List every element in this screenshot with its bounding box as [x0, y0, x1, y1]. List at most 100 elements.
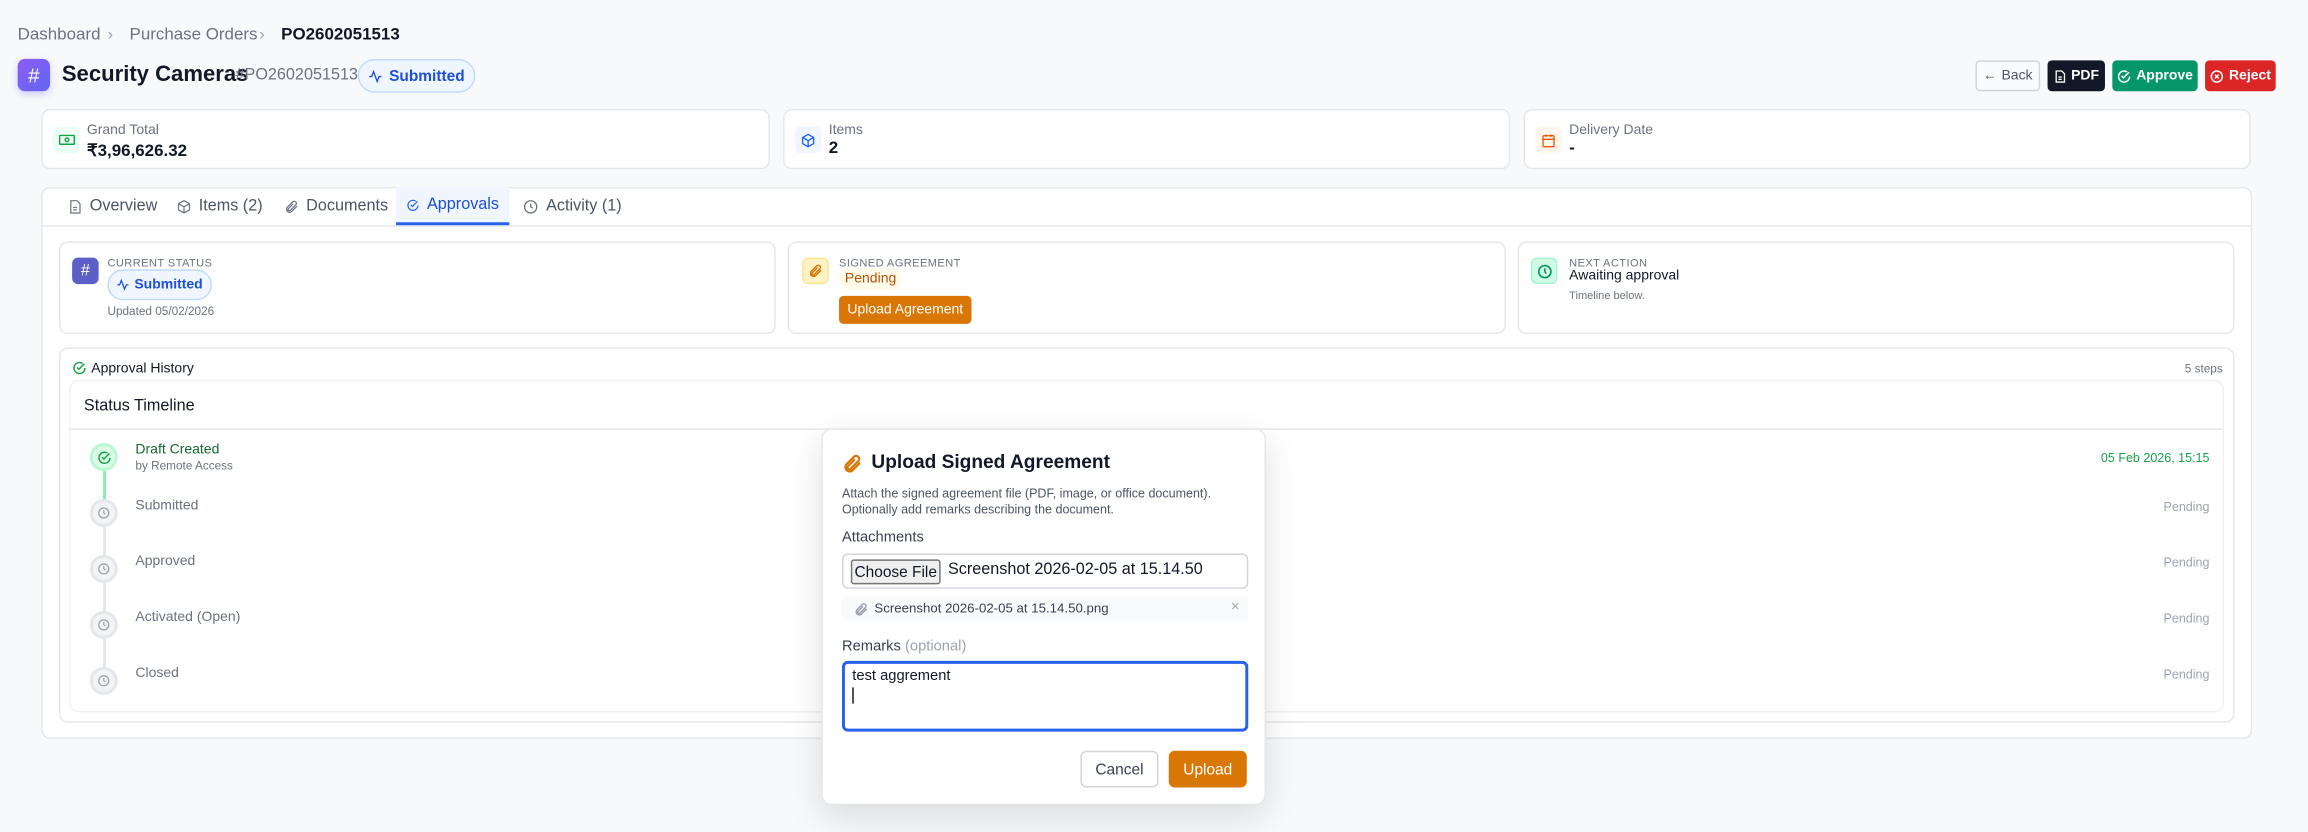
- clock-icon: [89, 554, 118, 583]
- upload-agreement-button[interactable]: Upload Agreement: [839, 295, 972, 324]
- page: Dashboard › Purchase Orders › PO26020515…: [0, 0, 2308, 832]
- step-time: Pending: [2163, 554, 2210, 570]
- approve-label: Approve: [2136, 67, 2193, 84]
- reject-label: Reject: [2228, 67, 2271, 84]
- breadcrumb-purchase-orders[interactable]: Purchase Orders: [130, 25, 258, 46]
- description-line: Optionally add remarks describing the do…: [841, 501, 1114, 517]
- tab-label: Items (2): [198, 197, 263, 215]
- next-action-note: Timeline below.: [1569, 288, 1645, 302]
- timeline-connector: [103, 471, 106, 501]
- pdf-label: PDF: [2071, 67, 2100, 84]
- remove-file-icon[interactable]: ×: [1231, 599, 1240, 615]
- tab-label: Overview: [89, 197, 158, 215]
- tab-documents[interactable]: Documents: [274, 187, 399, 225]
- step-label: Submitted: [135, 497, 199, 514]
- x-circle-icon: [2210, 69, 2224, 83]
- remarks-hint: (optional): [904, 638, 967, 656]
- step-label: Draft Created: [135, 441, 220, 458]
- attachments-label: Attachments: [841, 529, 924, 547]
- file-input-value: Screenshot 2026-02-05 at 15.14.50: [947, 560, 1203, 579]
- status-timeline-title: Status Timeline: [83, 397, 195, 416]
- breadcrumb-current: PO2602051513: [281, 26, 400, 45]
- chevron-right-icon: ›: [107, 26, 114, 45]
- tab-label: Documents: [306, 197, 389, 215]
- step-time: Pending: [2163, 666, 2210, 682]
- clock-icon: [523, 199, 538, 213]
- step-time: Pending: [2163, 610, 2210, 626]
- paperclip-icon: [285, 199, 298, 213]
- step-time: Pending: [2163, 499, 2210, 514]
- tab-divider: [42, 225, 2251, 227]
- tab-label: Activity (1): [546, 197, 622, 215]
- updated-date: Updated 05/02/2026: [107, 304, 215, 318]
- paperclip-icon: [844, 454, 861, 473]
- hash-icon: #: [17, 58, 51, 92]
- step-label: Activated (Open): [135, 609, 241, 626]
- pdf-button[interactable]: PDF: [2047, 60, 2105, 92]
- step-label: Approved: [135, 553, 196, 570]
- status-badge-label: Submitted: [134, 276, 203, 293]
- current-status-card: # Current Status Submitted Updated 05/02…: [58, 241, 776, 335]
- file-text-icon: [70, 199, 81, 213]
- step-time: 05 Feb 2026, 15:15: [2100, 450, 2210, 466]
- steps-count: 5 steps: [2184, 362, 2223, 376]
- next-action-card: Next Action Awaiting approval Timeline b…: [1517, 241, 2235, 335]
- caption: Current Status: [107, 256, 213, 270]
- tab-approvals[interactable]: Approvals: [395, 186, 510, 226]
- back-button[interactable]: ← Back: [1975, 60, 2041, 92]
- package-icon: [794, 126, 822, 154]
- chevron-right-icon: ›: [259, 26, 265, 45]
- page-title: Security Cameras: [61, 61, 249, 87]
- clock-icon: [89, 610, 118, 639]
- timeline-connector: [103, 526, 106, 669]
- stat-value: -: [1569, 139, 1575, 158]
- next-action-title: Awaiting approval: [1569, 267, 1680, 285]
- approval-history-title: Approval History: [91, 360, 194, 377]
- cancel-button[interactable]: Cancel: [1080, 750, 1159, 788]
- activity-icon: [117, 278, 129, 291]
- clock-icon: [1530, 257, 1558, 285]
- stat-card-grand-total: Grand Total ₹3,96,626.32: [41, 108, 770, 170]
- status-badge: Submitted: [357, 58, 476, 93]
- approve-button[interactable]: Approve: [2112, 60, 2198, 92]
- step-label: Closed: [135, 665, 179, 682]
- attached-file-chip: Screenshot 2026-02-05 at 15.14.50.png ×: [841, 596, 1249, 622]
- stat-label: Grand Total: [86, 122, 159, 139]
- package-icon: [177, 199, 191, 213]
- stat-label: Delivery Date: [1569, 122, 1654, 139]
- remarks-label-text: Remarks: [841, 638, 901, 656]
- breadcrumb-dashboard[interactable]: Dashboard: [18, 25, 101, 46]
- back-label: Back: [2001, 67, 2033, 84]
- upload-agreement-dialog: Upload Signed Agreement Attach the signe…: [821, 428, 1266, 806]
- dialog-title: Upload Signed Agreement: [871, 450, 1110, 473]
- file-input[interactable]: Choose File Screenshot 2026-02-05 at 15.…: [841, 553, 1249, 589]
- tab-items[interactable]: Items (2): [166, 187, 273, 225]
- stat-value: ₹3,96,626.32: [86, 142, 188, 161]
- step-done-icon: [89, 443, 118, 472]
- status-badge-label: Submitted: [389, 66, 465, 85]
- stat-card-items: Items 2: [783, 108, 1511, 170]
- reject-button[interactable]: Reject: [2205, 60, 2276, 92]
- attached-file-name: Screenshot 2026-02-05 at 15.14.50.png: [874, 600, 1109, 616]
- file-icon: [2055, 69, 2066, 82]
- dialog-description: Attach the signed agreement file (PDF, i…: [842, 486, 1211, 518]
- upload-button[interactable]: Upload: [1168, 750, 1247, 788]
- hash-icon: #: [72, 257, 99, 285]
- remarks-label: Remarks (optional): [842, 639, 966, 655]
- banknote-icon: [52, 126, 80, 154]
- choose-file-button[interactable]: Choose File: [850, 559, 941, 585]
- stat-card-delivery-date: Delivery Date -: [1523, 108, 2251, 170]
- calendar-icon: [1535, 126, 1562, 154]
- po-number: #PO2602051513: [235, 66, 358, 84]
- remarks-textarea[interactable]: test aggrement: [841, 660, 1249, 732]
- paperclip-icon: [802, 257, 829, 285]
- tab-overview[interactable]: Overview: [57, 187, 167, 225]
- tab-activity[interactable]: Activity (1): [512, 187, 632, 225]
- signed-agreement-card: Signed Agreement Pending Upload Agreemen…: [787, 241, 1506, 335]
- clock-icon: [89, 666, 118, 695]
- check-circle-icon: [2118, 69, 2131, 82]
- arrow-left-icon: ←: [1983, 67, 1998, 84]
- text-cursor: [852, 687, 854, 704]
- stat-value: 2: [828, 139, 839, 158]
- check-circle-icon: [407, 199, 419, 211]
